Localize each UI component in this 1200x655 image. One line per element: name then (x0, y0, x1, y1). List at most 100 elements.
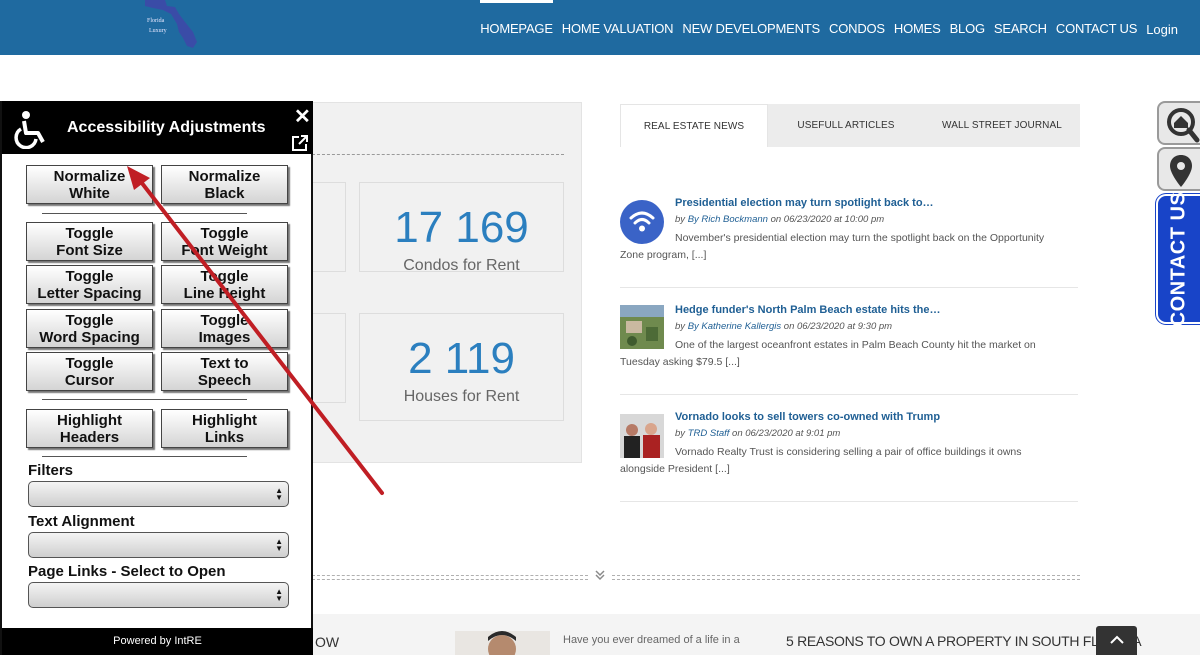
highlight-links-button[interactable]: Highlight Links (161, 409, 288, 448)
bottom-heading[interactable]: 5 REASONS TO OWN A PROPERTY IN SOUTH FLO… (786, 633, 1142, 649)
button-line: Toggle (200, 225, 249, 242)
home-search-button[interactable] (1157, 101, 1200, 145)
button-line: Toggle (200, 268, 249, 285)
close-icon[interactable]: ✕ (294, 104, 311, 129)
news-author[interactable]: By Rich Bockmann (688, 214, 768, 225)
toggle-letter-spacing-button[interactable]: Toggle Letter Spacing (26, 265, 153, 304)
button-line: Normalize (188, 168, 261, 185)
nav-contact-us[interactable]: CONTACT US (1056, 21, 1138, 36)
button-line: Toggle (65, 268, 114, 285)
map-pin-icon (1170, 155, 1192, 187)
contact-us-label: CONTACT US (1167, 191, 1190, 327)
stat-houses-label: Houses for Rent (403, 388, 520, 405)
stat-houses-number: 2 119 (408, 334, 515, 383)
section-divider-left (312, 575, 588, 580)
tab-wall-street-journal[interactable]: WALL STREET JOURNAL (924, 104, 1080, 147)
news-tabs: REAL ESTATE NEWS USEFULL ARTICLES WALL S… (620, 104, 1080, 147)
bottom-intro-text: Have you ever dreamed of a life in a (563, 634, 740, 646)
toggle-word-spacing-button[interactable]: Toggle Word Spacing (26, 309, 153, 348)
news-excerpt: One of the largest oceanfront estates in… (620, 339, 1036, 368)
news-date: on 06/23/2020 at 9:30 pm (783, 321, 893, 332)
button-line: Images (198, 329, 251, 346)
select-arrows-icon: ▲ ▼ (275, 537, 283, 553)
panel-separator (42, 399, 247, 400)
text-alignment-label: Text Alignment (28, 513, 135, 530)
news-divider (620, 394, 1078, 395)
panel-separator (42, 213, 247, 214)
nav-homepage[interactable]: HOMEPAGE (480, 0, 553, 36)
site-logo[interactable]: Florida Luxury (143, 0, 203, 50)
button-line: Black (204, 185, 245, 202)
toggle-font-weight-button[interactable]: Toggle Font Weight (161, 222, 288, 261)
text-to-speech-button[interactable]: Text to Speech (161, 352, 288, 391)
stat-houses-box[interactable]: 2 119 Houses for Rent (359, 313, 564, 421)
news-by: by (675, 214, 686, 225)
tab-real-estate-news[interactable]: REAL ESTATE NEWS (620, 104, 768, 147)
main-nav: HOMEPAGE HOME VALUATION NEW DEVELOPMENTS… (480, 0, 1200, 55)
nav-search[interactable]: SEARCH (994, 21, 1047, 36)
stat-box-left-top (312, 182, 346, 272)
button-line: Highlight (192, 412, 257, 429)
accessibility-panel: Accessibility Adjustments ✕ Normalize Whi… (0, 101, 313, 655)
stat-condos-label: Condos for Rent (403, 257, 520, 274)
page-links-label: Page Links - Select to Open (28, 563, 226, 580)
normalize-black-button[interactable]: Normalize Black (161, 165, 288, 204)
news-item: Vornado looks to sell towers co-owned wi… (620, 411, 1080, 481)
accessibility-title: Accessibility Adjustments (67, 119, 266, 136)
site-header: Florida Luxury HOMEPAGE HOME VALUATION N… (0, 0, 1200, 55)
wheelchair-icon (14, 111, 45, 149)
news-date: on 06/23/2020 at 9:01 pm (732, 428, 841, 439)
button-line: Toggle (65, 312, 114, 329)
button-line: Toggle (65, 225, 114, 242)
news-title[interactable]: Vornado looks to sell towers co-owned wi… (675, 411, 940, 423)
normalize-white-button[interactable]: Normalize White (26, 165, 153, 204)
button-line: Headers (59, 429, 120, 446)
news-title[interactable]: Presidential election may turn spotlight… (675, 197, 934, 209)
chevron-up-icon (1109, 635, 1124, 644)
news-author[interactable]: By Katherine Kallergis (688, 321, 781, 332)
news-by: by (675, 428, 686, 439)
button-line: Line Height (183, 285, 266, 302)
button-line: Toggle (200, 312, 249, 329)
nav-new-developments[interactable]: NEW DEVELOPMENTS (682, 21, 820, 36)
stat-condos-box[interactable]: 17 169 Condos for Rent (359, 182, 564, 274)
filters-select[interactable]: ▲ ▼ (28, 481, 289, 507)
tab-usefull-articles[interactable]: USEFULL ARTICLES (768, 104, 924, 147)
news-item: Hedge funder's North Palm Beach estate h… (620, 304, 1080, 374)
toggle-images-button[interactable]: Toggle Images (161, 309, 288, 348)
news-divider (620, 501, 1078, 502)
chevron-double-down-icon[interactable] (594, 569, 606, 584)
nav-login[interactable]: Login (1146, 22, 1178, 37)
highlight-headers-button[interactable]: Highlight Headers (26, 409, 153, 448)
map-location-button[interactable] (1157, 147, 1200, 191)
news-author[interactable]: TRD Staff (688, 428, 730, 439)
button-line: Toggle (65, 355, 114, 372)
external-link-icon[interactable] (291, 134, 309, 152)
news-divider (620, 287, 1078, 288)
news-meta: by By Rich Bockmann on 06/23/2020 at 10:… (675, 214, 884, 225)
nav-condos[interactable]: CONDOS (829, 21, 885, 36)
home-search-icon (1167, 108, 1200, 143)
toggle-cursor-button[interactable]: Toggle Cursor (26, 352, 153, 391)
stat-condos-number: 17 169 (394, 203, 529, 252)
text-alignment-select[interactable]: ▲ ▼ (28, 532, 289, 558)
panel-separator (42, 456, 247, 457)
button-line: Speech (197, 372, 252, 389)
nav-blog[interactable]: BLOG (950, 21, 986, 36)
toggle-line-height-button[interactable]: Toggle Line Height (161, 265, 288, 304)
page-links-select[interactable]: ▲ ▼ (28, 582, 289, 608)
svg-text:Florida: Florida (147, 18, 165, 24)
button-line: Highlight (57, 412, 122, 429)
nav-home-valuation[interactable]: HOME VALUATION (562, 21, 674, 36)
contact-us-tab[interactable]: CONTACT US (1156, 191, 1200, 327)
news-title[interactable]: Hedge funder's North Palm Beach estate h… (675, 304, 940, 316)
news-by: by (675, 321, 686, 332)
button-line: Cursor (64, 372, 115, 389)
section-divider-right (612, 575, 1080, 580)
scroll-to-top-button[interactable] (1096, 626, 1137, 655)
nav-homes[interactable]: HOMES (894, 21, 941, 36)
button-line: Letter Spacing (37, 285, 142, 302)
accessibility-header: Accessibility Adjustments ✕ (2, 101, 313, 154)
button-line: Font Weight (181, 242, 268, 259)
toggle-font-size-button[interactable]: Toggle Font Size (26, 222, 153, 261)
